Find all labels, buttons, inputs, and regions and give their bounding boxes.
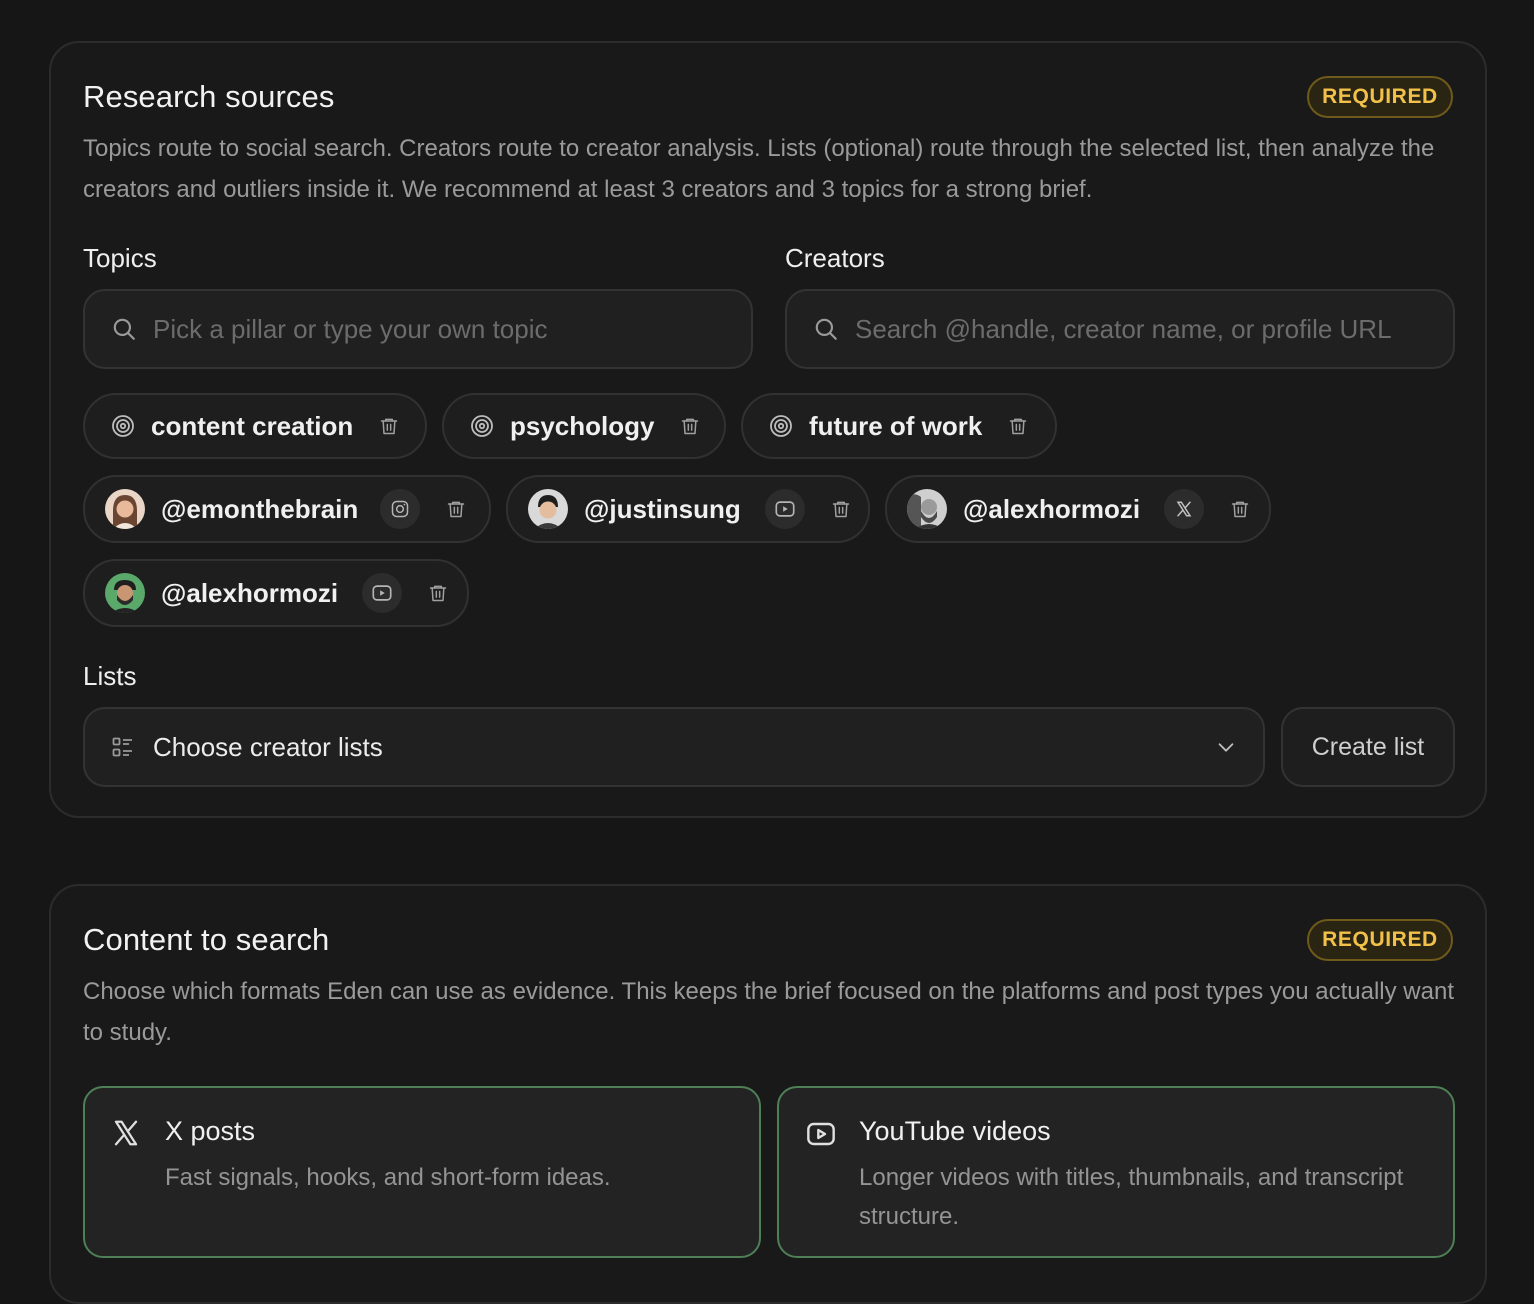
trash-icon[interactable] — [831, 499, 851, 519]
trash-icon[interactable] — [379, 416, 399, 436]
x-icon — [114, 1120, 138, 1146]
topic-chip-label: content creation — [151, 410, 354, 441]
trash-icon[interactable] — [446, 499, 466, 519]
creators-label: Creators — [785, 243, 885, 273]
creator-chip: @justinsung — [506, 475, 870, 543]
format-card-x-posts[interactable]: X posts Fast signals, hooks, and short-f… — [83, 1086, 761, 1258]
research-sources-title: Research sources — [83, 79, 335, 114]
research-sources-description: Topics route to social search. Creators … — [83, 135, 1435, 203]
format-description: Longer videos with titles, thumbnails, a… — [859, 1164, 1404, 1230]
creator-chip: @emonthebrain — [83, 475, 491, 543]
avatar — [105, 573, 145, 613]
topics-label: Topics — [83, 243, 157, 273]
avatar — [907, 489, 947, 529]
create-list-button[interactable]: Create list — [1281, 707, 1455, 787]
trash-icon[interactable] — [428, 583, 448, 603]
creators-search-input[interactable] — [855, 313, 1435, 345]
topic-chip: psychology — [442, 393, 726, 459]
target-icon — [112, 415, 134, 437]
required-badge: REQUIRED — [1307, 919, 1453, 961]
youtube-icon — [807, 1122, 835, 1146]
format-card-youtube-videos[interactable]: YouTube videos Longer videos with titles… — [777, 1086, 1455, 1258]
chevron-down-icon — [1218, 743, 1234, 752]
youtube-icon — [362, 573, 403, 613]
topics-search — [83, 289, 753, 369]
topic-chip-label: psychology — [510, 410, 655, 441]
format-title: X posts — [165, 1116, 256, 1146]
target-icon — [471, 415, 493, 437]
list-icon — [112, 737, 132, 757]
topics-search-input[interactable] — [153, 313, 723, 345]
creator-chip: @alexhormozi — [885, 475, 1271, 543]
creators-search — [785, 289, 1455, 369]
search-icon — [815, 318, 837, 340]
target-icon — [770, 415, 792, 437]
x-icon — [1164, 489, 1205, 529]
content-to-search-description: Choose which formats Eden can use as evi… — [83, 978, 1454, 1046]
creator-lists-select[interactable]: Choose creator lists — [83, 707, 1265, 787]
content-to-search-card: Content to search REQUIRED Choose which … — [49, 884, 1487, 1304]
creator-handle: @alexhormozi — [963, 493, 1141, 524]
topic-chip: future of work — [741, 393, 1057, 459]
lists-label: Lists — [83, 661, 137, 691]
creator-chip: @alexhormozi — [83, 559, 469, 627]
avatar — [528, 489, 568, 529]
required-badge: REQUIRED — [1307, 76, 1453, 118]
search-icon — [113, 318, 135, 340]
creator-handle: @alexhormozi — [161, 577, 339, 608]
creator-handle: @justinsung — [584, 493, 741, 524]
creator-lists-select-label: Choose creator lists — [153, 731, 383, 762]
trash-icon[interactable] — [1008, 416, 1028, 436]
trash-icon[interactable] — [1230, 499, 1250, 519]
topic-chip: content creation — [83, 393, 427, 459]
creator-handle: @emonthebrain — [161, 493, 359, 524]
format-description: Fast signals, hooks, and short-form idea… — [165, 1164, 611, 1191]
format-title: YouTube videos — [859, 1116, 1051, 1146]
trash-icon[interactable] — [680, 416, 700, 436]
research-sources-card: Research sources REQUIRED Topics route t… — [49, 41, 1487, 818]
youtube-icon — [764, 489, 805, 529]
avatar — [105, 489, 145, 529]
topic-chip-label: future of work — [809, 410, 983, 441]
instagram-icon — [380, 489, 421, 529]
content-to-search-title: Content to search — [83, 922, 330, 957]
